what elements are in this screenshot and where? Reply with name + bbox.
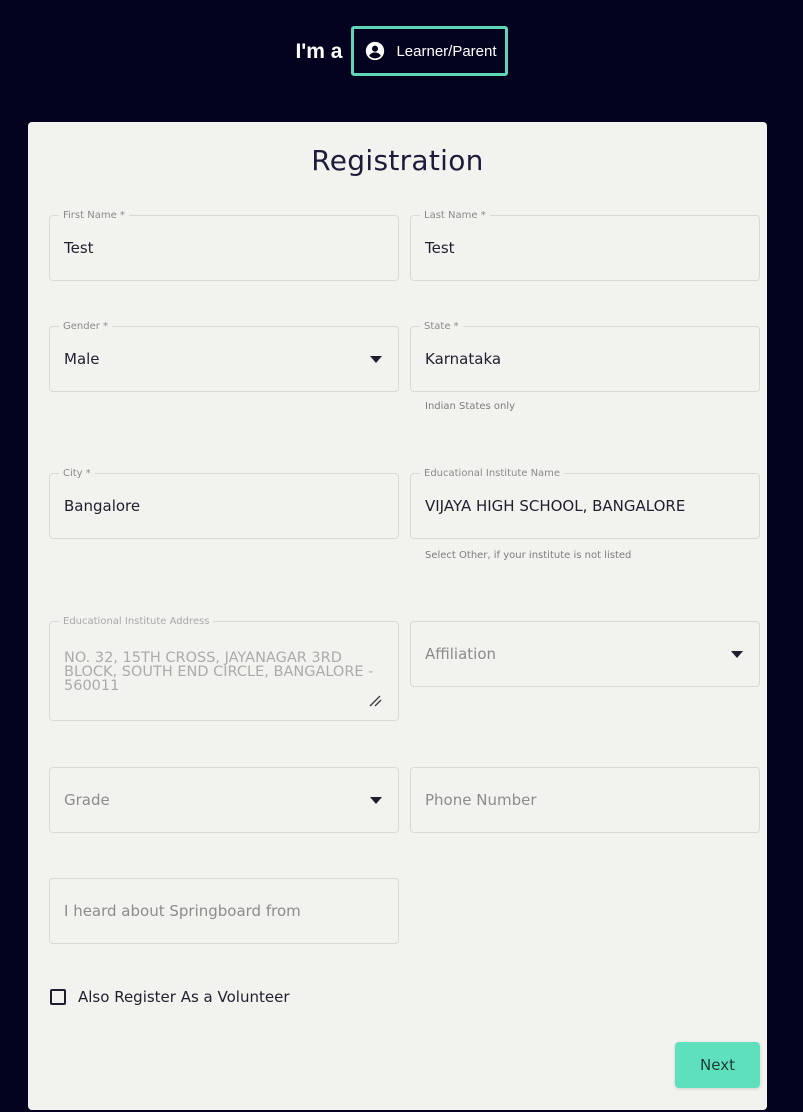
- page: I'm a Learner/Parent Registration First …: [0, 0, 803, 1112]
- chevron-down-icon: [370, 356, 382, 363]
- first-name-value: Test: [64, 239, 94, 257]
- state-label: State *: [420, 320, 463, 333]
- phone-number-placeholder: Phone Number: [425, 791, 537, 809]
- gender-select[interactable]: Gender * Male: [49, 320, 399, 392]
- institute-name-label: Educational Institute Name: [420, 467, 565, 480]
- role-selector-button[interactable]: Learner/Parent: [351, 26, 508, 76]
- institute-name-field[interactable]: Educational Institute Name VIJAYA HIGH S…: [410, 467, 760, 539]
- city-value: Bangalore: [64, 497, 141, 515]
- institute-name-value: VIJAYA HIGH SCHOOL, BANGALORE: [425, 497, 686, 515]
- volunteer-checkbox-row[interactable]: Also Register As a Volunteer: [50, 988, 289, 1006]
- state-helper-text: Indian States only: [425, 401, 516, 412]
- affiliation-placeholder: Affiliation: [425, 645, 497, 663]
- gender-label: Gender *: [59, 320, 113, 333]
- city-label: City *: [59, 467, 95, 480]
- state-field[interactable]: State * Karnataka: [410, 320, 760, 392]
- grade-placeholder: Grade: [64, 791, 110, 809]
- state-value: Karnataka: [425, 350, 502, 368]
- institute-address-value: NO. 32, 15TH CROSS, JAYANAGAR 3RD BLOCK,…: [64, 650, 374, 694]
- city-field[interactable]: City * Bangalore: [49, 467, 399, 539]
- role-selector-label: Learner/Parent: [396, 42, 497, 60]
- heard-about-field[interactable]: I heard about Springboard from: [49, 878, 399, 944]
- institute-address-label: Educational Institute Address: [59, 615, 214, 628]
- chevron-down-icon: [731, 651, 743, 658]
- chevron-down-icon: [370, 797, 382, 804]
- registration-card: Registration First Name * Test Last Name…: [28, 122, 767, 1110]
- institute-address-field: Educational Institute Address NO. 32, 15…: [49, 615, 399, 721]
- resize-handle-icon: [368, 692, 382, 707]
- gender-value: Male: [64, 350, 100, 368]
- first-name-field[interactable]: First Name * Test: [49, 209, 399, 281]
- first-name-label: First Name *: [59, 209, 129, 222]
- last-name-label: Last Name *: [420, 209, 490, 222]
- page-title: Registration: [311, 144, 484, 177]
- next-button[interactable]: Next: [675, 1042, 760, 1088]
- volunteer-checkbox[interactable]: [50, 989, 66, 1005]
- role-bar: I'm a Learner/Parent: [0, 0, 803, 100]
- last-name-value: Test: [425, 239, 455, 257]
- phone-number-field[interactable]: Phone Number: [410, 767, 760, 833]
- affiliation-select[interactable]: Affiliation: [410, 621, 760, 687]
- volunteer-checkbox-label: Also Register As a Volunteer: [78, 988, 290, 1006]
- institute-helper-text: Select Other, if your institute is not l…: [425, 550, 632, 561]
- heard-about-placeholder: I heard about Springboard from: [64, 902, 301, 920]
- role-prefix: I'm a: [295, 40, 343, 63]
- last-name-field[interactable]: Last Name * Test: [410, 209, 760, 281]
- grade-select[interactable]: Grade: [49, 767, 399, 833]
- account-circle-icon: [364, 40, 386, 62]
